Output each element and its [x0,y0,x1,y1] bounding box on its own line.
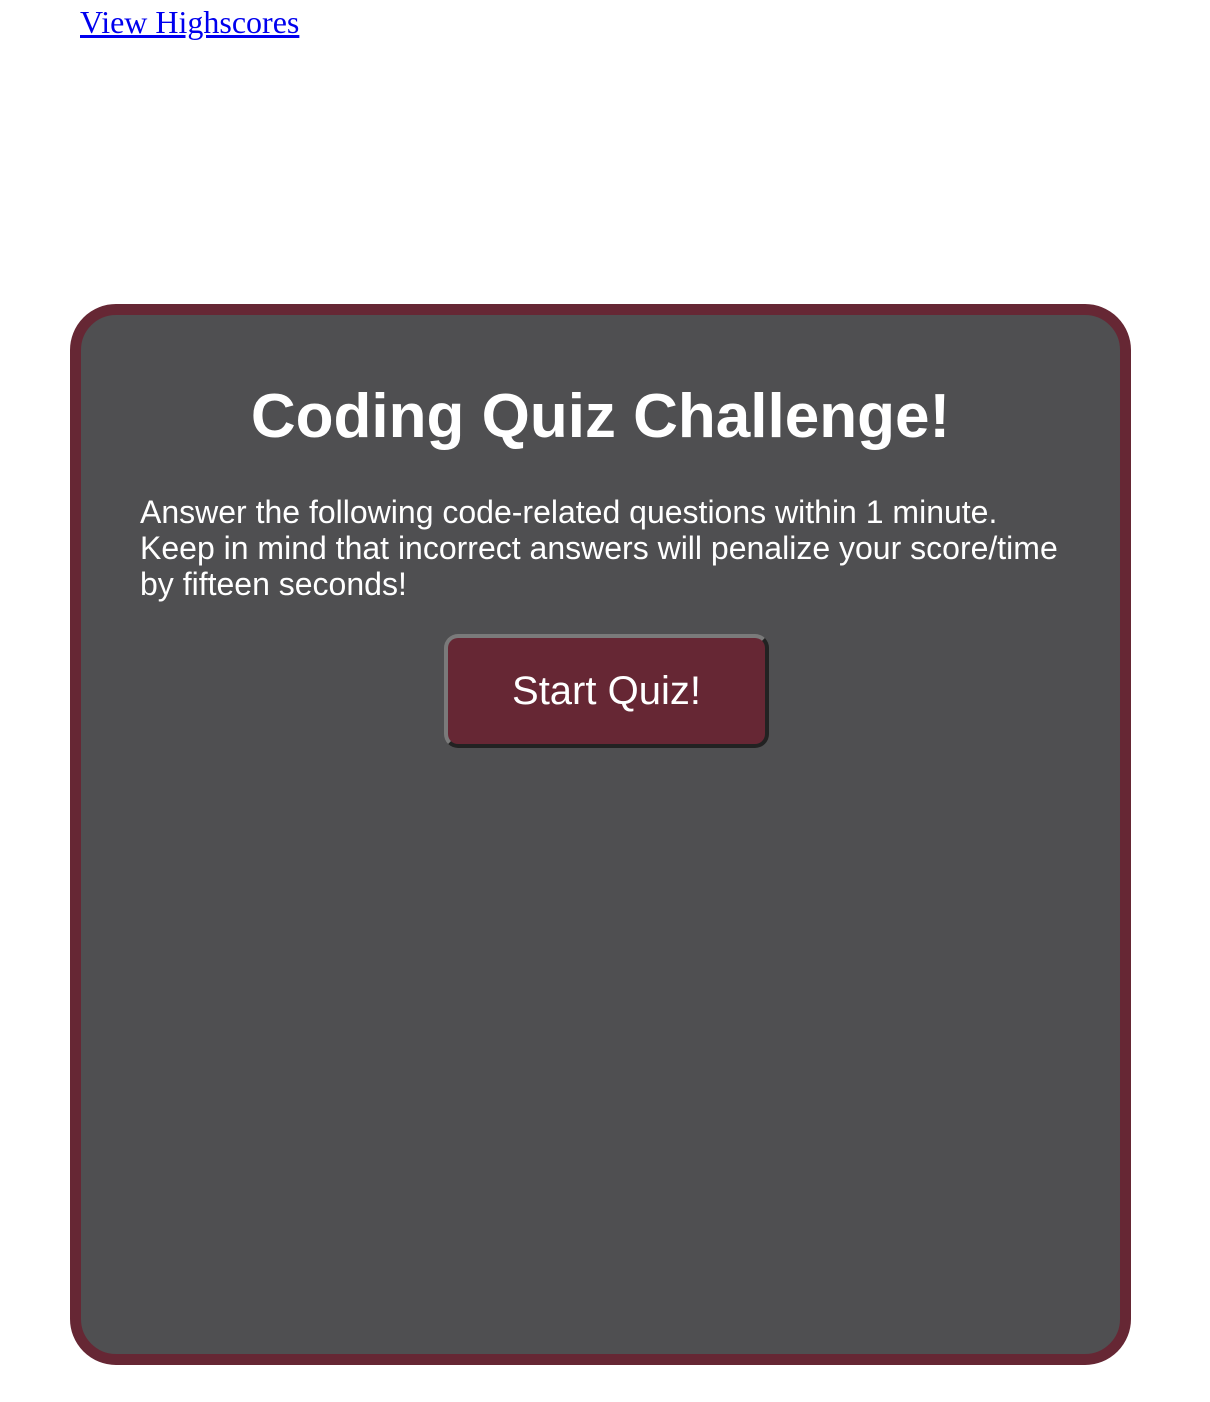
start-quiz-button[interactable]: Start Quiz! [444,634,769,748]
view-highscores-link[interactable]: View Highscores [80,2,299,42]
quiz-card: Coding Quiz Challenge! Answer the follow… [70,304,1131,1365]
quiz-title: Coding Quiz Challenge! [250,382,951,451]
quiz-instructions: Answer the following code-related questi… [140,494,1058,602]
